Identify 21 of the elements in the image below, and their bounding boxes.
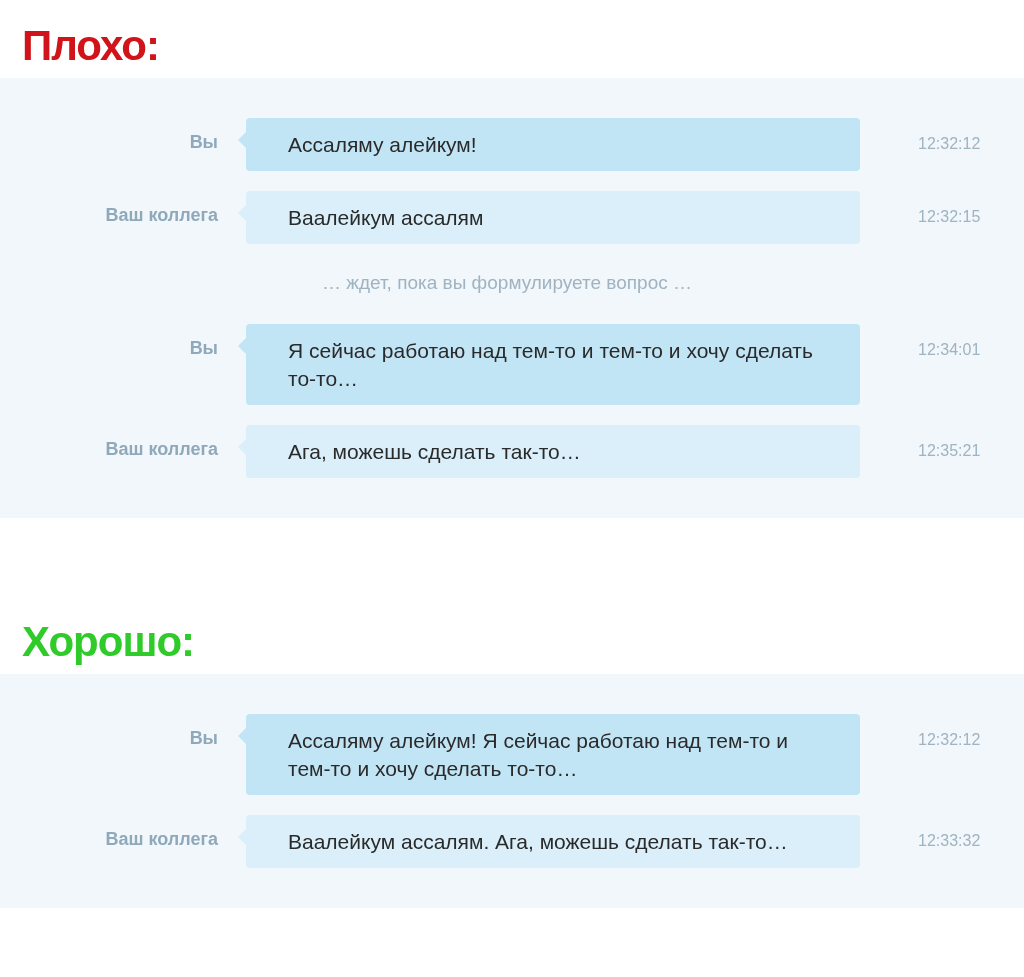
message-time: 12:35:21 bbox=[917, 441, 982, 460]
message-bubble: Ага, можешь сделать так-то… bbox=[246, 425, 860, 478]
status-note: … ждет, пока вы формулируете вопрос … bbox=[322, 272, 692, 294]
sender-name: Вы bbox=[189, 337, 218, 359]
message-bubble: Я сейчас работаю над тем-то и тем-то и хочу сделать то-то… bbox=[246, 324, 860, 405]
message-time: 12:32:12 bbox=[917, 134, 982, 153]
sender-name: Вы bbox=[189, 131, 218, 153]
message-time: 12:34:01 bbox=[917, 340, 982, 359]
message-time: 12:33:32 bbox=[917, 831, 982, 850]
message-bubble: Ваалейкум ассалям. Ага, можешь сделать так-то… bbox=[246, 815, 860, 868]
message-time: 12:32:12 bbox=[917, 730, 982, 749]
sender-name: Вы bbox=[189, 727, 218, 749]
sender-name: Ваш коллега bbox=[105, 204, 218, 226]
message-bubble: Ваалейкум ассалям bbox=[246, 191, 860, 244]
section-heading: Хорошо: bbox=[21, 617, 196, 667]
sender-name: Ваш коллега bbox=[105, 828, 218, 850]
message-bubble: Ассаляму алейкум! bbox=[246, 118, 860, 171]
section-heading: Плохо: bbox=[21, 21, 160, 71]
message-time: 12:32:15 bbox=[917, 207, 982, 226]
message-bubble: Ассаляму алейкум! Я сейчас работаю над тем-то и тем-то и хочу сделать то-то… bbox=[246, 714, 860, 795]
sender-name: Ваш коллега bbox=[105, 438, 218, 460]
